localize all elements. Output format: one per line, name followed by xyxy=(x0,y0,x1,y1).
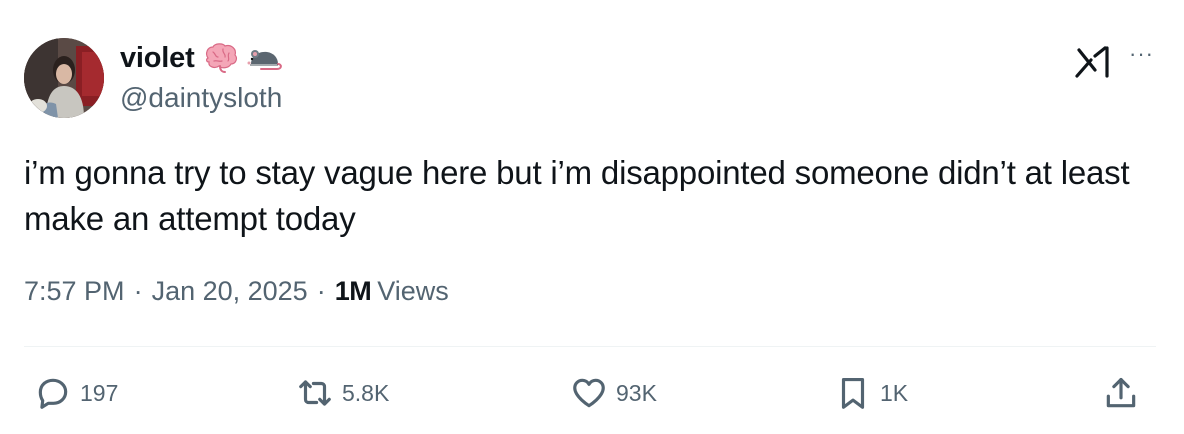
views-count: 1M xyxy=(334,276,372,306)
like-icon xyxy=(573,378,605,408)
rat-emoji-icon xyxy=(247,42,283,74)
meta-separator: · xyxy=(316,276,326,306)
meta-separator: · xyxy=(133,276,143,306)
tweet-metadata: 7:57 PM · Jan 20, 2025 · 1M Views xyxy=(24,276,449,307)
views-label: Views xyxy=(377,276,449,306)
more-icon[interactable]: ··· xyxy=(1129,43,1154,65)
tweet-date[interactable]: Jan 20, 2025 xyxy=(152,276,308,307)
author-name-row: violet xyxy=(120,40,283,76)
bookmark-button[interactable]: 1K xyxy=(834,374,908,412)
repost-button[interactable]: 5.8K xyxy=(296,374,389,412)
like-button[interactable]: 93K xyxy=(570,374,657,412)
grok-icon[interactable] xyxy=(1073,44,1113,80)
reply-icon xyxy=(38,378,68,409)
share-button[interactable] xyxy=(1102,374,1140,412)
tweet-text: i’m gonna try to stay vague here but i’m… xyxy=(24,154,1130,237)
share-icon xyxy=(1106,377,1136,408)
repost-count: 5.8K xyxy=(342,379,390,406)
tweet-card: violet @daintysloth ··· i’m gonna try to… xyxy=(0,0,1184,434)
tweet-time[interactable]: 7:57 PM xyxy=(24,276,125,307)
like-count: 93K xyxy=(616,379,657,406)
divider xyxy=(24,346,1156,347)
bookmark-icon xyxy=(841,377,865,409)
bookmark-count: 1K xyxy=(880,379,909,406)
display-name[interactable]: violet xyxy=(120,42,195,75)
author-handle[interactable]: @daintysloth xyxy=(120,82,282,114)
brain-emoji-icon xyxy=(203,42,239,74)
reply-count: 197 xyxy=(80,379,119,406)
reply-button[interactable]: 197 xyxy=(34,374,118,412)
avatar[interactable] xyxy=(24,38,104,118)
repost-icon xyxy=(299,380,331,406)
action-bar: 197 5.8K 93K 1K xyxy=(0,370,1184,422)
tweet-top-actions: ··· xyxy=(1073,43,1154,80)
